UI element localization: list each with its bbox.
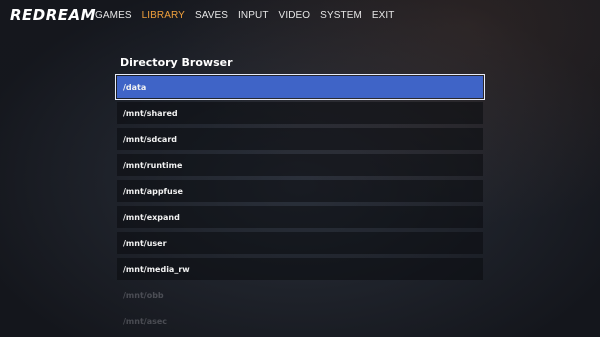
menu-library[interactable]: LIBRARY: [142, 10, 185, 21]
menu-video[interactable]: VIDEO: [279, 10, 311, 21]
directory-item-label: /mnt/appfuse: [123, 186, 183, 196]
menu-input[interactable]: INPUT: [238, 10, 269, 21]
directory-item-label: /mnt/media_rw: [123, 264, 190, 274]
directory-item-label: /mnt/sdcard: [123, 134, 177, 144]
menu-games[interactable]: GAMES: [95, 10, 132, 21]
directory-browser-panel: Directory Browser /data /mnt/shared /mnt…: [115, 54, 485, 336]
top-navigation-bar: REDREAM GAMES LIBRARY SAVES INPUT VIDEO …: [0, 0, 600, 32]
directory-item-label: /mnt/shared: [123, 108, 178, 118]
directory-item-mnt-sdcard[interactable]: /mnt/sdcard: [117, 128, 483, 150]
directory-item-mnt-obb[interactable]: /mnt/obb: [117, 284, 483, 306]
directory-item-mnt-asec[interactable]: /mnt/asec: [117, 310, 483, 332]
directory-list: /data /mnt/shared /mnt/sdcard /mnt/runti…: [115, 74, 485, 332]
directory-item-label: /mnt/expand: [123, 212, 180, 222]
menu-system[interactable]: SYSTEM: [320, 10, 362, 21]
directory-item-mnt-expand[interactable]: /mnt/expand: [117, 206, 483, 228]
directory-item-label: /mnt/user: [123, 238, 167, 248]
directory-item-label: /mnt/asec: [123, 316, 168, 326]
directory-item-mnt-appfuse[interactable]: /mnt/appfuse: [117, 180, 483, 202]
directory-item-label: /mnt/obb: [123, 290, 164, 300]
directory-item-data[interactable]: /data: [115, 74, 485, 100]
directory-item-label: /data: [123, 82, 147, 92]
main-menu: GAMES LIBRARY SAVES INPUT VIDEO SYSTEM E…: [95, 10, 405, 21]
app-logo: REDREAM: [10, 6, 97, 24]
directory-item-mnt-user[interactable]: /mnt/user: [117, 232, 483, 254]
panel-title: Directory Browser: [120, 56, 233, 69]
directory-item-mnt-media-rw[interactable]: /mnt/media_rw: [117, 258, 483, 280]
menu-exit[interactable]: EXIT: [372, 10, 395, 21]
directory-item-mnt-shared[interactable]: /mnt/shared: [117, 102, 483, 124]
menu-saves[interactable]: SAVES: [195, 10, 228, 21]
directory-item-label: /mnt/runtime: [123, 160, 183, 170]
directory-item-mnt-runtime[interactable]: /mnt/runtime: [117, 154, 483, 176]
